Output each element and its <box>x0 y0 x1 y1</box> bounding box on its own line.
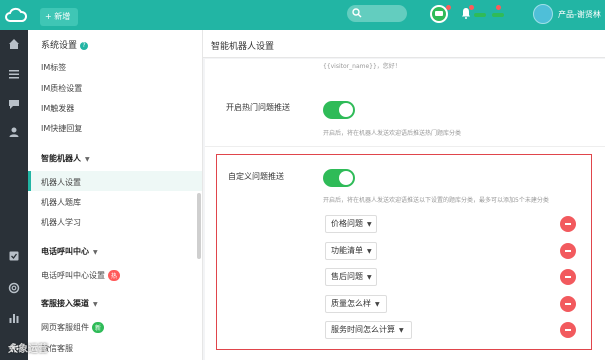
new-button[interactable]: + 新增 <box>40 8 78 26</box>
divider <box>205 146 605 147</box>
caret-down-icon: ▼ <box>85 156 90 163</box>
status-notification-dot <box>496 5 501 10</box>
hot-push-label: 开启热门问题推送 <box>226 103 290 112</box>
chat-notification-dot <box>446 5 451 10</box>
home-icon[interactable] <box>8 38 20 50</box>
sidebar-item-im-trigger[interactable]: IM触发器 <box>41 103 74 114</box>
category-select-5[interactable]: 服务时间怎么计算 ▼ <box>325 321 412 339</box>
custom-push-toggle[interactable] <box>323 169 355 187</box>
delete-button-4[interactable] <box>560 296 576 312</box>
search-icon <box>352 8 362 18</box>
delete-button-5[interactable] <box>560 322 576 338</box>
caret-down-icon: ▼ <box>93 249 98 256</box>
hot-badge: 热 <box>108 270 121 281</box>
new-badge: 新 <box>92 322 105 333</box>
sidebar-item-im-quick-reply[interactable]: IM快捷回复 <box>41 123 82 134</box>
status-indicator-icon[interactable] <box>474 12 504 18</box>
category-select-3[interactable]: 售后问题 ▼ <box>325 268 377 286</box>
hot-push-toggle[interactable] <box>323 101 355 119</box>
user-icon[interactable] <box>8 126 20 138</box>
category-select-2[interactable]: 功能清单 ▼ <box>325 242 377 260</box>
dropdown-arrow-icon: ▼ <box>367 274 372 281</box>
category-select-4[interactable]: 质量怎么样 ▼ <box>325 295 387 313</box>
checklist-icon[interactable] <box>8 250 20 262</box>
page-title: 智能机器人设置 <box>211 42 275 52</box>
delete-button-2[interactable] <box>560 243 576 259</box>
sidebar-scrollbar[interactable] <box>197 193 201 259</box>
dropdown-arrow-icon: ▼ <box>367 248 372 255</box>
sidebar-item-web-widget[interactable]: 网页客服组件新 <box>41 322 105 333</box>
bell-notification-dot <box>469 5 474 10</box>
sidebar-title: 系统设置? <box>41 38 89 51</box>
settings-sidebar: 系统设置? IM标签 IM质检设置 IM触发器 IM快捷回复 智能机器人 ▼ 机器… <box>28 30 203 360</box>
sidebar-item-im-tags[interactable]: IM标签 <box>41 62 66 73</box>
cloud-logo-icon[interactable] <box>5 5 27 25</box>
list-icon[interactable] <box>8 68 20 80</box>
avatar[interactable] <box>533 4 553 24</box>
group-smart-robot[interactable]: 智能机器人 ▼ <box>41 153 90 164</box>
delete-button-1[interactable] <box>560 216 576 232</box>
category-select-1[interactable]: 价格问题 ▼ <box>325 215 377 233</box>
watermark: 大象运营 <box>8 344 48 355</box>
main-header: 智能机器人设置 <box>203 30 605 58</box>
dropdown-arrow-icon: ▼ <box>375 301 380 308</box>
sidebar-item-robot-settings[interactable]: 机器人设置 <box>41 177 81 188</box>
search-box[interactable] <box>347 5 407 22</box>
sidebar-item-im-qc[interactable]: IM质检设置 <box>41 83 82 94</box>
help-icon[interactable]: ? <box>80 42 89 50</box>
group-access-channels[interactable]: 客服接入渠道 ▼ <box>41 298 98 309</box>
sidebar-item-robot-library[interactable]: 机器人题库 <box>41 197 81 208</box>
icon-rail <box>0 30 28 360</box>
bar-chart-icon[interactable] <box>8 312 20 324</box>
dropdown-arrow-icon: ▼ <box>399 327 404 334</box>
dropdown-arrow-icon: ▼ <box>367 221 372 228</box>
group-call-center[interactable]: 电话呼叫中心 ▼ <box>41 246 98 257</box>
message-icon[interactable] <box>8 98 20 110</box>
top-bar: + 新增 产品-谢贤林 <box>0 0 605 30</box>
sidebar-item-robot-learning[interactable]: 机器人学习 <box>41 217 81 228</box>
lifebuoy-icon[interactable] <box>8 282 20 294</box>
sidebar-item-call-center-settings[interactable]: 电话呼叫中心设置热 <box>41 270 121 281</box>
caret-down-icon: ▼ <box>93 301 98 308</box>
custom-push-label: 自定义问题推送 <box>228 172 284 181</box>
greeting-hint: {{visitor_name}}，您好！ <box>323 63 401 70</box>
user-name[interactable]: 产品-谢贤林 <box>558 9 601 20</box>
custom-push-hint: 开启后，将在机器人发送欢迎语推送以下设置的题库分类，最多可以添加5个未建分类 <box>323 197 549 204</box>
delete-button-3[interactable] <box>560 269 576 285</box>
hot-push-hint: 开启后，将在机器人发送欢迎语后推送热门题库分类 <box>323 130 462 137</box>
